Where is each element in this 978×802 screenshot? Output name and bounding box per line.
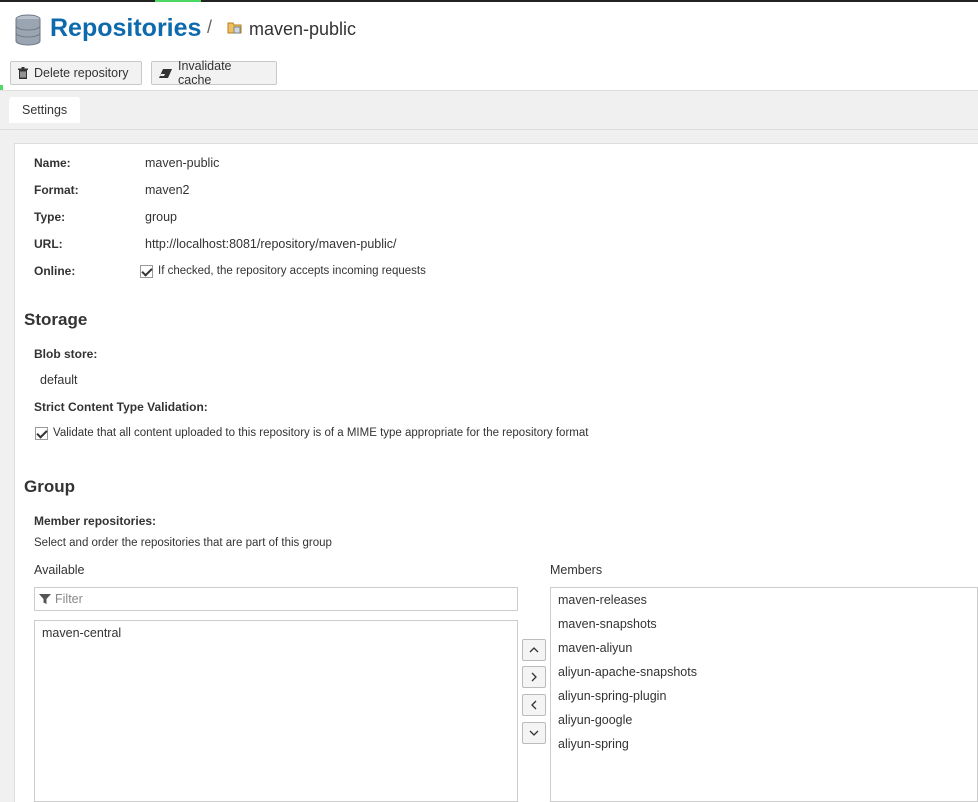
url-value: http://localhost:8081/repository/maven-p… [145,237,397,251]
list-item[interactable]: maven-central [42,626,121,640]
strict-validation-checkbox[interactable] [35,427,48,440]
delete-repository-label: Delete repository [34,66,129,80]
strict-validation-label: Strict Content Type Validation: [34,400,208,414]
strict-validation-text: Validate that all content uploaded to th… [53,427,589,439]
add-member-button[interactable] [522,666,546,688]
list-item[interactable]: maven-aliyun [558,641,632,655]
type-value: group [145,210,177,224]
page-header: Repositories / maven-public Delete repos… [0,2,978,90]
filter-icon [39,594,51,604]
blob-store-value: default [40,373,78,387]
trash-icon [18,66,28,79]
online-label: Online: [34,264,76,278]
page-title[interactable]: Repositories [50,14,201,43]
tab-settings[interactable]: Settings [9,97,81,123]
remove-member-button[interactable] [522,694,546,716]
list-item[interactable]: maven-releases [558,593,647,607]
url-label: URL: [34,237,63,251]
name-value: maven-public [145,156,220,170]
member-repositories-label: Member repositories: [34,514,157,528]
breadcrumb-repo-name: maven-public [249,19,357,39]
online-help-text: If checked, the repository accepts incom… [158,265,426,277]
format-value: maven2 [145,183,190,197]
filter-placeholder: Filter [55,592,83,606]
list-item[interactable]: aliyun-apache-snapshots [558,665,697,679]
invalidate-cache-button[interactable]: Invalidate cache [151,59,277,87]
move-up-button[interactable] [522,639,546,661]
available-header: Available [34,563,85,577]
tab-bar: Settings [0,90,978,130]
online-checkbox[interactable] [140,265,153,278]
invalidate-cache-label: Invalidate cache [178,59,232,87]
repository-folder-icon [227,22,242,34]
list-item[interactable]: maven-snapshots [558,617,657,631]
list-item[interactable]: aliyun-spring [558,737,629,751]
move-down-button[interactable] [522,722,546,744]
name-label: Name: [34,156,71,170]
format-label: Format: [34,183,79,197]
available-list[interactable]: maven-central [34,620,518,802]
chevron-down-icon [529,730,539,736]
breadcrumb-separator: / [207,17,213,37]
members-header: Members [550,563,603,577]
list-item[interactable]: aliyun-spring-plugin [558,689,666,703]
chevron-up-icon [529,647,539,653]
eraser-icon [159,68,172,78]
member-repositories-help: Select and order the repositories that a… [34,537,332,549]
type-label: Type: [34,210,66,224]
storage-heading: Storage [24,310,88,329]
group-heading: Group [24,477,75,496]
filter-input[interactable]: Filter [34,587,518,611]
blob-store-label: Blob store: [34,347,98,361]
members-list[interactable]: maven-releases maven-snapshots maven-ali… [550,587,978,802]
database-icon [15,14,41,46]
chevron-left-icon [531,700,537,710]
delete-repository-button[interactable]: Delete repository [10,61,142,85]
chevron-right-icon [531,672,537,682]
list-item[interactable]: aliyun-google [558,713,632,727]
